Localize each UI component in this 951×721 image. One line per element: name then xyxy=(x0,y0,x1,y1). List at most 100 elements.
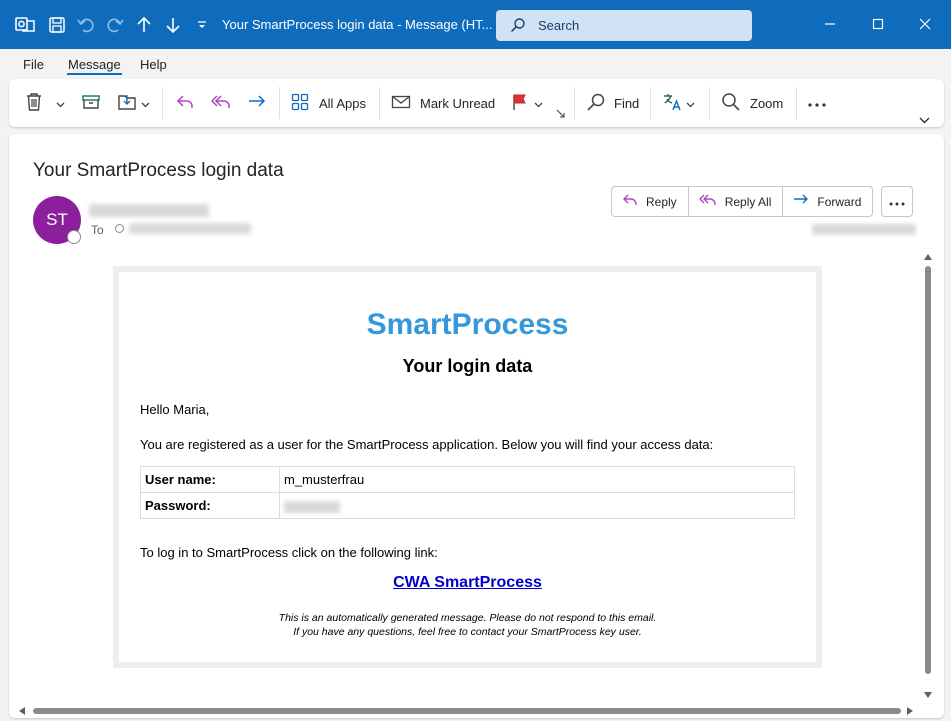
chevron-down-icon xyxy=(919,112,930,127)
ribbon-divider xyxy=(279,87,280,119)
delete-button[interactable] xyxy=(25,91,43,115)
vertical-scrollbar[interactable] xyxy=(922,252,934,706)
menu-message[interactable]: Message xyxy=(68,57,121,72)
apps-grid-icon xyxy=(291,93,309,114)
search-icon xyxy=(510,17,526,38)
reply-all-ribbon-button[interactable] xyxy=(210,91,232,115)
window-title: Your SmartProcess login data - Message (… xyxy=(222,17,493,32)
all-apps-button[interactable]: All Apps xyxy=(291,91,366,115)
login-instruction-text: To log in to SmartProcess click on the f… xyxy=(140,545,438,560)
brand-title: SmartProcess xyxy=(366,308,569,341)
forward-icon xyxy=(793,193,809,210)
ribbon-divider xyxy=(574,87,575,119)
menu-file[interactable]: File xyxy=(23,57,44,72)
login-link[interactable]: CWA SmartProcess xyxy=(119,574,816,592)
translate-icon xyxy=(662,92,684,115)
ribbon: All Apps Mark Unread Find Zoom xyxy=(9,79,944,127)
flag-button[interactable] xyxy=(512,91,543,115)
search-placeholder: Search xyxy=(538,18,580,33)
find-button[interactable]: Find xyxy=(586,91,639,115)
previous-item-icon[interactable] xyxy=(130,11,158,39)
forward-icon xyxy=(247,93,267,114)
zoom-icon xyxy=(721,92,741,115)
more-icon xyxy=(889,193,905,211)
search-box[interactable]: Search xyxy=(496,10,752,41)
all-apps-label: All Apps xyxy=(319,95,366,111)
password-value-redacted xyxy=(279,492,795,519)
forward-label: Forward xyxy=(817,194,862,209)
forward-ribbon-button[interactable] xyxy=(247,91,267,115)
footer-note: This is an automatically generated messa… xyxy=(119,611,816,639)
more-actions-button[interactable] xyxy=(881,186,913,217)
message-subject: Your SmartProcess login data xyxy=(33,160,284,181)
customize-toolbar-icon[interactable] xyxy=(188,11,216,39)
reply-all-icon xyxy=(698,193,717,210)
reply-button[interactable]: Reply xyxy=(612,187,689,216)
translate-button[interactable] xyxy=(662,91,695,115)
email-heading: Your login data xyxy=(402,356,533,376)
username-value: m_musterfrau xyxy=(279,466,795,493)
move-button[interactable] xyxy=(117,91,150,115)
reply-all-label: Reply All xyxy=(724,194,772,209)
zoom-label: Zoom xyxy=(750,95,784,111)
zoom-button[interactable]: Zoom xyxy=(721,91,783,115)
more-icon xyxy=(807,96,827,111)
greeting-text: Hello Maria, xyxy=(140,402,210,417)
recipient-redacted xyxy=(129,223,251,234)
reply-icon xyxy=(175,93,195,114)
find-label: Find xyxy=(614,95,640,111)
email-body: SmartProcess Your login data Hello Maria… xyxy=(119,272,816,662)
timestamp-redacted xyxy=(812,224,916,235)
sender-name-redacted xyxy=(89,204,209,217)
maximize-button[interactable] xyxy=(863,9,893,39)
table-row: User name: m_musterfrau xyxy=(140,466,795,493)
footer-line-2: If you have any questions, feel free to … xyxy=(293,626,642,638)
save-icon[interactable] xyxy=(43,11,71,39)
more-commands-button[interactable] xyxy=(807,91,827,115)
title-bar: Your SmartProcess login data - Message (… xyxy=(0,0,951,49)
username-label: User name: xyxy=(140,466,280,493)
redo-icon[interactable] xyxy=(101,11,129,39)
scroll-right-icon[interactable] xyxy=(907,707,913,715)
scroll-left-icon[interactable] xyxy=(19,707,25,715)
ribbon-divider xyxy=(650,87,651,119)
expand-ribbon-button[interactable] xyxy=(919,107,930,131)
next-item-icon[interactable] xyxy=(159,11,187,39)
active-tab-indicator xyxy=(67,73,122,75)
close-button[interactable] xyxy=(910,9,940,39)
chevron-down-icon xyxy=(141,96,150,111)
footer-line-1: This is an automatically generated messa… xyxy=(278,612,657,624)
undo-icon[interactable] xyxy=(72,11,100,39)
reply-ribbon-button[interactable] xyxy=(175,91,195,115)
minimize-button[interactable] xyxy=(815,9,845,39)
reading-pane: Your SmartProcess login data ST To Reply… xyxy=(9,134,944,718)
search-icon xyxy=(586,92,606,115)
reply-icon xyxy=(622,193,638,210)
chevron-down-icon xyxy=(56,96,65,111)
menu-help[interactable]: Help xyxy=(140,57,167,72)
vertical-scroll-thumb[interactable] xyxy=(925,266,931,674)
horizontal-scroll-thumb[interactable] xyxy=(33,708,901,714)
horizontal-scrollbar[interactable] xyxy=(17,705,917,717)
archive-icon xyxy=(81,93,101,114)
reply-label: Reply xyxy=(646,194,677,209)
ribbon-divider xyxy=(162,87,163,119)
chevron-down-icon xyxy=(686,96,695,111)
reply-all-icon xyxy=(210,93,232,114)
ribbon-divider xyxy=(709,87,710,119)
scroll-down-icon[interactable] xyxy=(924,692,932,698)
to-label: To xyxy=(91,223,104,237)
mark-unread-button[interactable]: Mark Unread xyxy=(391,91,495,115)
archive-button[interactable] xyxy=(81,91,101,115)
reply-all-button[interactable]: Reply All xyxy=(689,187,784,216)
ribbon-divider xyxy=(796,87,797,119)
chevron-down-icon xyxy=(534,96,543,111)
ribbon-divider xyxy=(379,87,380,119)
scroll-up-icon[interactable] xyxy=(924,254,932,260)
table-row: Password: xyxy=(140,492,795,519)
forward-button[interactable]: Forward xyxy=(783,187,872,216)
move-folder-icon xyxy=(117,92,139,115)
dialog-launcher-icon[interactable] xyxy=(556,109,566,119)
intro-text: You are registered as a user for the Sma… xyxy=(140,437,714,452)
delete-dropdown[interactable] xyxy=(56,91,65,115)
